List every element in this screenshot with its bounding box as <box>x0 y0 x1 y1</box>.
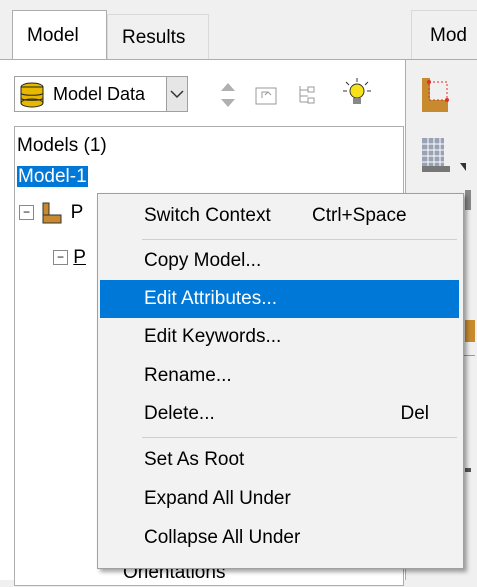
menu-separator <box>142 239 457 240</box>
menu-item-rename[interactable]: Rename... <box>100 357 459 395</box>
models-header-label: Models (1) <box>17 135 107 156</box>
tree-item-part[interactable]: − P <box>53 244 86 272</box>
menu-item-edit-keywords[interactable]: Edit Keywords... <box>100 318 459 356</box>
tree-item-parts[interactable]: − P <box>19 199 83 227</box>
menu-item-shortcut: Ctrl+Space <box>312 205 407 226</box>
module-tab-label: Mod <box>430 25 467 46</box>
database-icon <box>20 82 44 108</box>
context-menu: Switch Context Ctrl+Space Copy Model... … <box>97 193 464 569</box>
menu-item-label: Delete... <box>144 403 215 424</box>
parts-label: P <box>70 202 84 223</box>
combo-value: Model Data <box>53 84 146 104</box>
menu-item-edit-attributes[interactable]: Edit Attributes... <box>100 280 459 318</box>
menu-item-set-as-root[interactable]: Set As Root <box>100 441 459 479</box>
menu-item-label: Switch Context <box>144 205 271 226</box>
menu-item-collapse-all-under[interactable]: Collapse All Under <box>100 519 459 557</box>
tab-model-label: Model <box>27 25 79 46</box>
model-data-combo[interactable]: Model Data <box>14 76 188 112</box>
menu-item-label: Set As Root <box>144 449 245 470</box>
menu-item-shortcut: Del <box>400 403 429 424</box>
go-to-parent-icon[interactable] <box>254 82 280 108</box>
tab-results-label: Results <box>122 27 186 48</box>
menu-item-label: Expand All Under <box>144 488 291 509</box>
menu-item-label: Rename... <box>144 365 232 386</box>
menu-item-copy-model[interactable]: Copy Model... <box>100 242 459 280</box>
menu-item-label: Edit Attributes... <box>144 288 278 309</box>
tree-filter-icon[interactable] <box>296 82 322 108</box>
menu-item-expand-all-under[interactable]: Expand All Under <box>100 480 459 518</box>
menu-item-delete[interactable]: Delete... Del <box>100 395 459 433</box>
combo-dropdown-button[interactable] <box>166 76 188 112</box>
part-label: P <box>73 247 86 268</box>
menu-separator <box>142 437 457 438</box>
part-manager-icon[interactable] <box>419 132 453 176</box>
tab-model[interactable]: Model <box>12 10 107 60</box>
menu-item-label: Copy Model... <box>144 250 262 271</box>
collapse-toggle-icon[interactable]: − <box>19 205 34 221</box>
sort-arrows-icon[interactable] <box>218 78 238 112</box>
tree-item-model-1[interactable]: Model-1 <box>17 163 88 191</box>
chevron-down-icon <box>170 90 184 99</box>
tree-models-header[interactable]: Models (1) <box>17 132 107 160</box>
menu-item-label: Collapse All Under <box>144 527 301 548</box>
create-part-icon[interactable] <box>419 72 453 116</box>
parts-icon <box>42 202 62 224</box>
collapse-toggle-icon[interactable]: − <box>53 250 68 266</box>
module-tab[interactable]: Mod <box>411 10 477 60</box>
tab-results[interactable]: Results <box>107 14 209 60</box>
lightbulb-icon[interactable] <box>340 76 374 110</box>
menu-item-switch-context[interactable]: Switch Context Ctrl+Space <box>100 197 459 235</box>
model-1-label: Model-1 <box>17 166 88 187</box>
menu-item-label: Edit Keywords... <box>144 326 282 347</box>
